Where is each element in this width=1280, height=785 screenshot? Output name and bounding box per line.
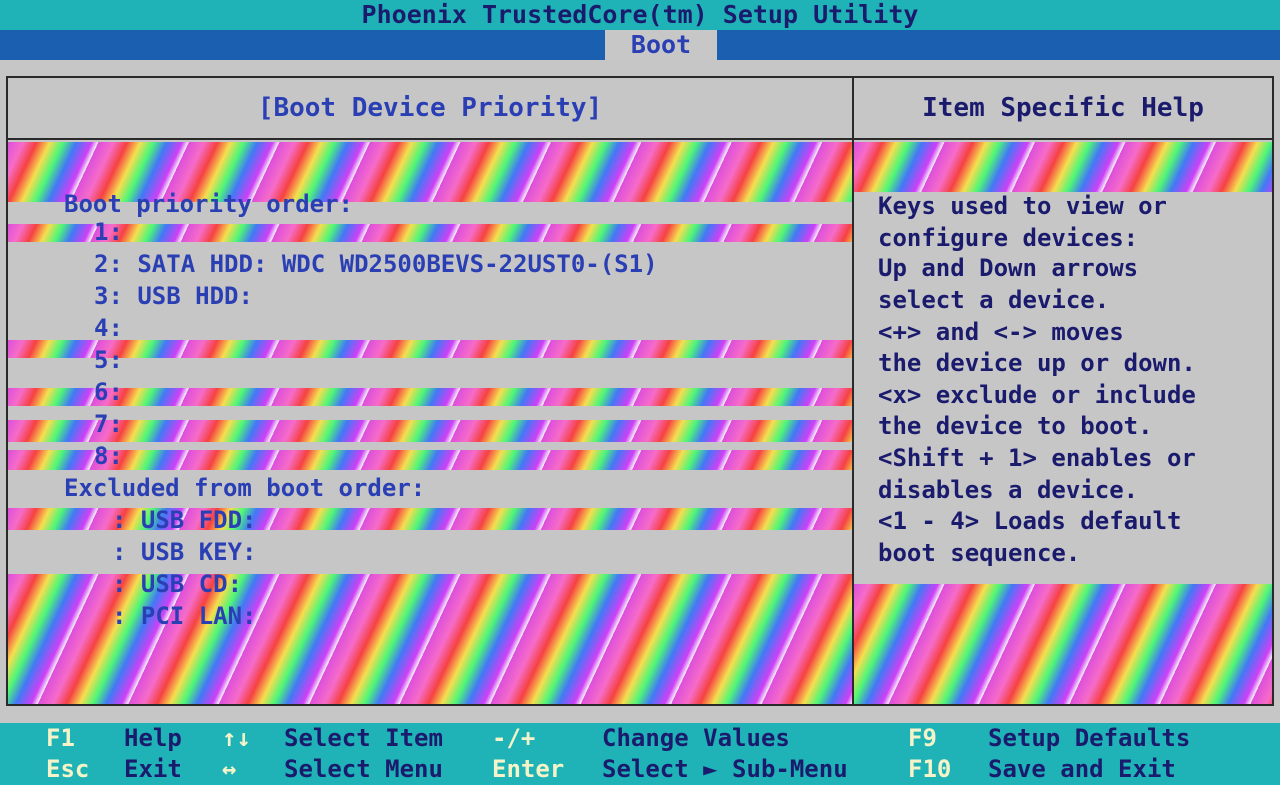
boot-order-label: Boot priority order: <box>64 190 353 218</box>
setup-defaults-label: Setup Defaults <box>988 724 1191 752</box>
item-help-panel: Item Specific Help Keys used to view or … <box>854 76 1274 706</box>
help-text: <+> and <-> moves <box>878 318 1124 346</box>
help-text: configure devices: <box>878 224 1139 252</box>
help-text: Up and Down arrows <box>878 254 1139 282</box>
excluded-item[interactable]: : PCI LAN: <box>112 602 257 630</box>
select-item-label: Select Item <box>284 724 443 752</box>
display-artifact <box>8 224 852 242</box>
panel-title: [Boot Device Priority] <box>8 78 852 140</box>
menu-bar: Boot <box>0 30 1280 60</box>
up-down-arrows-icon: ↑↓ <box>222 724 251 752</box>
key-esc-label: Exit <box>124 755 182 783</box>
left-right-arrows-icon: ↔ <box>222 755 237 783</box>
tab-boot[interactable]: Boot <box>605 30 717 60</box>
key-f1[interactable]: F1 <box>46 723 75 754</box>
boot-item[interactable]: 3: USB HDD: <box>94 282 253 310</box>
boot-item[interactable]: 7: <box>94 410 123 438</box>
display-artifact <box>8 450 852 470</box>
help-text: the device up or down. <box>878 349 1196 377</box>
boot-item[interactable]: 4: <box>94 314 123 342</box>
key-legend-bar: F1 Help ↑↓ Select Item -/+ Change Values… <box>0 723 1280 785</box>
help-title: Item Specific Help <box>854 78 1272 140</box>
window-title: Phoenix TrustedCore(tm) Setup Utility <box>0 0 1280 30</box>
key-f9[interactable]: F9 <box>908 723 937 754</box>
display-artifact <box>8 388 852 406</box>
select-menu-label: Select Menu <box>284 755 443 783</box>
display-artifact <box>8 420 852 442</box>
key-minus-plus[interactable]: -/+ <box>492 723 535 754</box>
help-text: <Shift + 1> enables or <box>878 444 1196 472</box>
key-f10[interactable]: F10 <box>908 754 951 785</box>
boot-device-priority-panel: [Boot Device Priority] Boot priority ord… <box>6 76 854 706</box>
display-artifact <box>8 340 852 358</box>
help-text: select a device. <box>878 286 1110 314</box>
help-text: the device to boot. <box>878 412 1153 440</box>
boot-item[interactable]: 6: <box>94 378 123 406</box>
key-enter[interactable]: Enter <box>492 754 564 785</box>
help-text: disables a device. <box>878 476 1139 504</box>
select-submenu-label: Select ► Sub-Menu <box>602 755 848 783</box>
boot-item[interactable]: 1: <box>94 218 123 246</box>
boot-item[interactable]: 5: <box>94 346 123 374</box>
excluded-item[interactable]: : USB KEY: <box>112 538 257 566</box>
change-values-label: Change Values <box>602 724 790 752</box>
excluded-item[interactable]: : USB FDD: <box>112 506 257 534</box>
key-esc[interactable]: Esc <box>46 754 89 785</box>
help-text: boot sequence. <box>878 539 1081 567</box>
help-text: <x> exclude or include <box>878 381 1196 409</box>
help-text: Keys used to view or <box>878 192 1167 220</box>
excluded-item[interactable]: : USB CD: <box>112 570 242 598</box>
boot-item[interactable]: 8: <box>94 442 123 470</box>
display-artifact <box>854 142 1272 192</box>
boot-item[interactable]: 2: SATA HDD: WDC WD2500BEVS-22UST0-(S1) <box>94 250 658 278</box>
excluded-label: Excluded from boot order: <box>64 474 426 502</box>
save-and-exit-label: Save and Exit <box>988 755 1176 783</box>
display-artifact <box>854 584 1272 704</box>
help-text: <1 - 4> Loads default <box>878 507 1182 535</box>
key-f1-label: Help <box>124 724 182 752</box>
main-area: [Boot Device Priority] Boot priority ord… <box>0 60 1280 723</box>
